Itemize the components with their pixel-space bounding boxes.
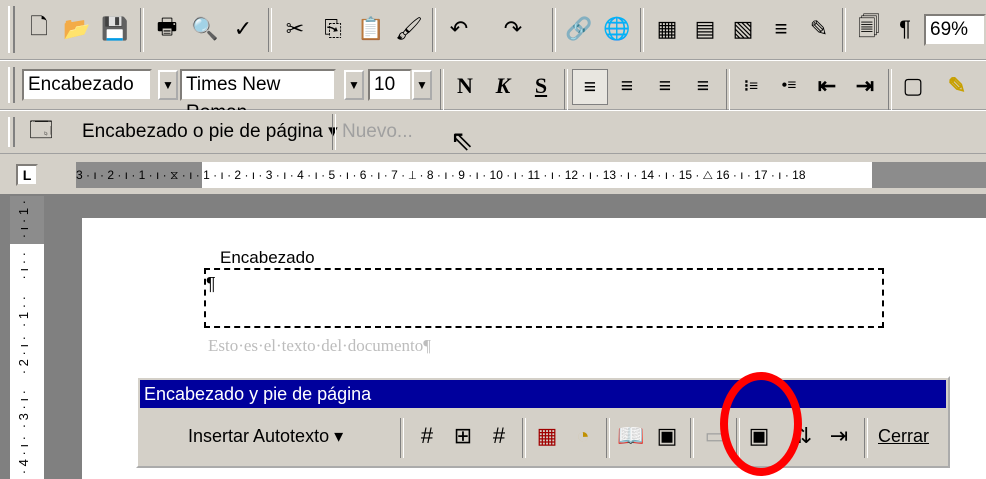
- formatting-toolbar: Encabezado ▼ Times New Roman ▼ 10 ▼ N K …: [0, 60, 986, 123]
- drawing-icon[interactable]: ✎: [802, 8, 836, 50]
- document-body-text[interactable]: Esto·es·el·texto·del·documento¶: [208, 336, 431, 356]
- vruler-tick: · 4 · ı ·: [16, 436, 31, 475]
- insert-autotext-button[interactable]: Insertar Autotexto ▾: [188, 418, 343, 454]
- undo-icon[interactable]: ↶: [442, 8, 476, 50]
- toolbar-grip[interactable]: [8, 67, 15, 103]
- show-hide-text-icon[interactable]: ▣: [650, 418, 684, 454]
- redo-icon[interactable]: ↷: [496, 8, 530, 50]
- time-icon[interactable]: ◔: [566, 418, 600, 454]
- toolbar-separator: [842, 8, 846, 52]
- font-dropdown-button[interactable]: ▼: [344, 70, 364, 100]
- vruler-tick: · ı · ·: [16, 252, 31, 280]
- font-size-dropdown-button[interactable]: ▼: [412, 70, 432, 100]
- toolbar-separator: [690, 418, 694, 458]
- increase-indent-button[interactable]: ⇥: [848, 69, 882, 103]
- pilcrow-icon[interactable]: ¶: [888, 8, 922, 50]
- font-size-combo[interactable]: 10: [368, 69, 412, 101]
- format-painter-icon[interactable]: 🖌: [392, 8, 426, 50]
- ruler-margin-right: [872, 162, 986, 188]
- italic-button[interactable]: K: [486, 69, 520, 103]
- page-setup-icon[interactable]: 📖: [614, 418, 648, 454]
- insert-table-icon[interactable]: ▤: [688, 8, 722, 50]
- save-icon[interactable]: 💾: [98, 8, 132, 50]
- vruler-tick: · 1 · ·: [16, 296, 31, 328]
- print-preview-icon[interactable]: 🔍: [188, 8, 222, 50]
- toolbar-separator: [864, 418, 868, 458]
- font-combo[interactable]: Times New Roman: [180, 69, 336, 123]
- show-next-icon[interactable]: ⇥: [822, 418, 856, 454]
- new-button[interactable]: Nuevo...: [334, 116, 421, 148]
- borders-button[interactable]: ▢: [896, 69, 930, 103]
- highlight-button[interactable]: ✎: [940, 69, 974, 103]
- spell-check-icon[interactable]: ✓: [226, 8, 260, 50]
- header-tool-icon[interactable]: 🗔: [24, 111, 58, 153]
- toolbar-separator: [522, 418, 526, 458]
- align-left-button[interactable]: ≡: [572, 69, 608, 105]
- bold-button[interactable]: N: [448, 69, 482, 103]
- toolbar-grip[interactable]: [8, 117, 15, 147]
- page-count-icon[interactable]: ⊞: [446, 418, 480, 454]
- page-number-icon[interactable]: #: [410, 418, 444, 454]
- decrease-indent-button[interactable]: ⇤: [810, 69, 844, 103]
- highlight-circle-annotation: [720, 372, 802, 476]
- justify-button[interactable]: ≡: [686, 69, 720, 103]
- tables-icon[interactable]: ▦: [650, 8, 684, 50]
- header-region[interactable]: [204, 268, 884, 328]
- excel-icon[interactable]: ▧: [726, 8, 760, 50]
- header-label: Encabezado: [218, 248, 317, 268]
- print-icon[interactable]: 🖶: [150, 8, 184, 50]
- toolbar-separator: [726, 69, 730, 113]
- mouse-cursor-icon: ⇖: [450, 125, 474, 156]
- header-footer-toolbar-title[interactable]: Encabezado y pie de página: [140, 380, 946, 408]
- tab-selector[interactable]: L: [16, 164, 38, 186]
- close-button[interactable]: Cerrar: [878, 418, 929, 454]
- cut-icon[interactable]: ✂: [278, 8, 312, 50]
- vruler-tick: · 3 · ı ·: [16, 390, 31, 429]
- style-dropdown-button[interactable]: ▼: [158, 70, 178, 100]
- vruler-tick: · ı · 1 ·: [16, 200, 31, 239]
- toolbar-separator: [552, 8, 556, 52]
- zoom-combo[interactable]: 69%: [924, 14, 986, 46]
- toolbar-separator: [640, 8, 644, 52]
- paste-icon[interactable]: 📋: [354, 8, 388, 50]
- align-center-button[interactable]: ≡: [610, 69, 644, 103]
- toolbar-separator: [888, 69, 892, 113]
- ruler-ticks: 3 · ı · 2 · ı · 1 · ı · ⧖ · ı · 1 · ı · …: [76, 168, 806, 182]
- toolbar-separator: [140, 8, 144, 52]
- vruler-tick: · 2 · ı ·: [16, 336, 31, 375]
- vertical-ruler[interactable]: · ı · 1 · · ı · · · 1 · · · 2 · ı · · 3 …: [10, 196, 45, 479]
- paragraph-mark: ¶: [206, 274, 216, 294]
- numbered-list-button[interactable]: ⁝≡: [734, 69, 768, 103]
- horizontal-ruler[interactable]: 3 · ı · 2 · ı · 1 · ı · ⧖ · ı · 1 · ı · …: [76, 162, 986, 188]
- toolbar-separator: [440, 69, 444, 113]
- toolbar-separator: [400, 418, 404, 458]
- align-right-button[interactable]: ≡: [648, 69, 682, 103]
- underline-button[interactable]: S: [524, 69, 558, 103]
- horizontal-ruler-area: L 3 · ı · 2 · ı · 1 · ı · ⧖ · ı · 1 · ı …: [0, 154, 986, 194]
- style-combo[interactable]: Encabezado: [22, 69, 152, 101]
- toolbar-separator: [268, 8, 272, 52]
- toolbar-grip[interactable]: [8, 6, 15, 53]
- hyperlink-icon[interactable]: 🔗: [562, 8, 596, 50]
- doc-map-icon[interactable]: 🗐: [852, 8, 886, 50]
- header-footer-menu-button[interactable]: Encabezado o pie de página ▾: [74, 116, 346, 148]
- header-footer-toolbar: Encabezado y pie de página Insertar Auto…: [136, 376, 950, 468]
- date-icon[interactable]: ▦: [530, 418, 564, 454]
- web-icon[interactable]: 🌐: [600, 8, 634, 50]
- toolbar-separator: [564, 69, 568, 113]
- copy-icon[interactable]: ⎘: [316, 8, 350, 50]
- new-doc-icon[interactable]: 🗋: [22, 8, 56, 50]
- columns-icon[interactable]: ≡: [764, 8, 798, 50]
- bullet-list-button[interactable]: •≡: [772, 69, 806, 103]
- standard-toolbar: 🗋 📂 💾 🖶 🔍 ✓ ✂ ⎘ 📋 🖌 ↶ ↷ 🔗 🌐 ▦ ▤ ▧ ≡ ✎ 🗐 …: [0, 0, 986, 60]
- toolbar-separator: [606, 418, 610, 458]
- open-folder-icon[interactable]: 📂: [60, 8, 94, 50]
- toolbar-separator: [432, 8, 436, 52]
- format-page-number-icon[interactable]: #: [482, 418, 516, 454]
